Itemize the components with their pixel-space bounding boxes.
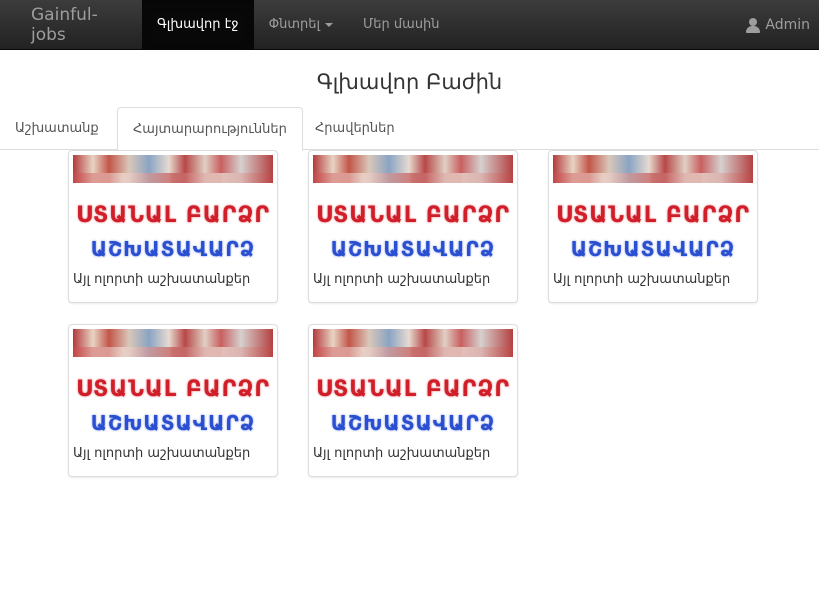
card-caption[interactable]: Այլ ոլորտի աշխատանքեր <box>73 442 273 461</box>
card-photo-strip <box>553 155 753 183</box>
page-title: Գլխավոր Բաժին <box>316 70 503 94</box>
user-name: Admin <box>765 17 810 33</box>
card-image-line1: ՍՏԱՆԱԼ ԲԱՐՁՐ <box>315 203 511 228</box>
card-image-line2: ԱՇԽԱՏԱՎԱՐՁ <box>90 237 256 261</box>
card-image[interactable]: ՍՏԱՆԱԼ ԲԱՐՁՐ ԱՇԽԱՏԱՎԱՐՁ <box>553 155 753 268</box>
card-image[interactable]: ՍՏԱՆԱԼ ԲԱՐՁՐ ԱՇԽԱՏԱՎԱՐՁ <box>313 155 513 268</box>
card-image-line2: ԱՇԽԱՏԱՎԱՐՁ <box>90 411 256 435</box>
card-image[interactable]: ՍՏԱՆԱԼ ԲԱՐՁՐ ԱՇԽԱՏԱՎԱՐՁ <box>73 155 273 268</box>
tab-announcements[interactable]: Հայտարարություններ <box>117 107 303 151</box>
card-caption[interactable]: Այլ ոլորտի աշխատանքեր <box>73 268 273 287</box>
card-image[interactable]: ՍՏԱՆԱԼ ԲԱՐՁՐ ԱՇԽԱՏԱՎԱՐՁ <box>73 329 273 442</box>
nav-item-search-dropdown[interactable]: Փնտրել <box>254 0 348 49</box>
card-image-line1: ՍՏԱՆԱԼ ԲԱՐՁՐ <box>315 377 511 402</box>
card-image-line2: ԱՇԽԱՏԱՎԱՐՁ <box>330 411 496 435</box>
user-icon <box>746 17 761 33</box>
card-image-line2: ԱՇԽԱՏԱՎԱՐՁ <box>330 237 496 261</box>
user-menu[interactable]: Admin <box>746 0 810 50</box>
card-caption[interactable]: Այլ ոլորտի աշխատանքեր <box>313 442 513 461</box>
tab-jobs[interactable]: Աշխատանք <box>0 107 114 150</box>
card-caption[interactable]: Այլ ոլորտի աշխատանքեր <box>313 268 513 287</box>
announcement-card[interactable]: ՍՏԱՆԱԼ ԲԱՐՁՐ ԱՇԽԱՏԱՎԱՐՁ Այլ ոլորտի աշխատ… <box>68 150 278 303</box>
card-image-line2: ԱՇԽԱՏԱՎԱՐՁ <box>570 237 736 261</box>
tab-invitations[interactable]: Հրավերներ <box>300 107 410 150</box>
card-photo-strip <box>73 155 273 183</box>
nav-item-about[interactable]: Մեր մասին <box>348 0 455 49</box>
card-image-line1: ՍՏԱՆԱԼ ԲԱՐՁՐ <box>75 377 271 402</box>
card-caption[interactable]: Այլ ոլորտի աշխատանքեր <box>553 268 753 287</box>
card-photo-strip <box>313 155 513 183</box>
announcement-card[interactable]: ՍՏԱՆԱԼ ԲԱՐՁՐ ԱՇԽԱՏԱՎԱՐՁ Այլ ոլորտի աշխատ… <box>308 150 518 303</box>
announcement-card[interactable]: ՍՏԱՆԱԼ ԲԱՐՁՐ ԱՇԽԱՏԱՎԱՐՁ Այլ ոլորտի աշխատ… <box>308 324 518 477</box>
nav-item-search-label: Փնտրել <box>268 17 321 32</box>
nav-item-home[interactable]: Գլխավոր էջ <box>142 0 254 49</box>
card-photo-strip <box>313 329 513 357</box>
top-navbar: Gainful-jobs Գլխավոր էջ Փնտրել Մեր մասին… <box>0 0 819 50</box>
card-image-line1: ՍՏԱՆԱԼ ԲԱՐՁՐ <box>555 203 751 228</box>
brand-link[interactable]: Gainful-jobs <box>0 0 142 49</box>
card-image[interactable]: ՍՏԱՆԱԼ ԲԱՐՁՐ ԱՇԽԱՏԱՎԱՐՁ <box>313 329 513 442</box>
announcement-card[interactable]: ՍՏԱՆԱԼ ԲԱՐՁՐ ԱՇԽԱՏԱՎԱՐՁ Այլ ոլորտի աշխատ… <box>68 324 278 477</box>
tab-bar: Աշխատանք Հայտարարություններ Հրավերներ <box>0 107 819 151</box>
card-image-line1: ՍՏԱՆԱԼ ԲԱՐՁՐ <box>75 203 271 228</box>
caret-down-icon <box>325 22 334 27</box>
card-photo-strip <box>73 329 273 357</box>
announcement-card[interactable]: ՍՏԱՆԱԼ ԲԱՐՁՐ ԱՇԽԱՏԱՎԱՐՁ Այլ ոլորտի աշխատ… <box>548 150 758 303</box>
